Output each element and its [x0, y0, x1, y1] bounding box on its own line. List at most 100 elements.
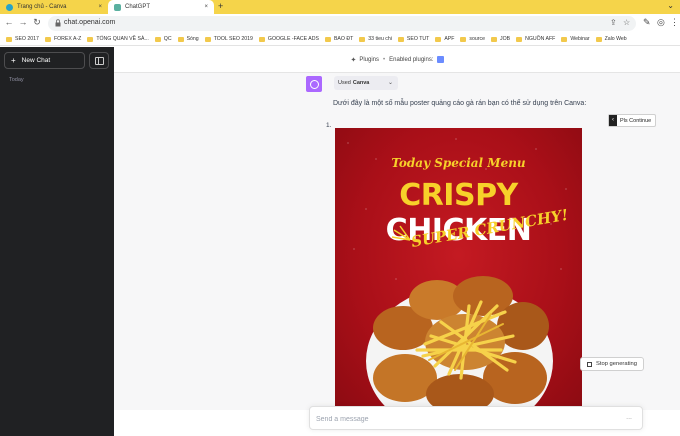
bookmark-item[interactable]: Zalo Web	[595, 36, 627, 42]
bookmark-item[interactable]: SEO 2017	[6, 36, 39, 42]
bookmark-item[interactable]: source	[460, 36, 485, 42]
bookmark-item[interactable]: SEO TUT	[397, 36, 430, 42]
folder-icon	[460, 36, 467, 42]
bookmark-item[interactable]: QC	[154, 36, 172, 42]
bookmark-label: TỔNG QUAN VỀ SÀ...	[96, 36, 149, 42]
new-tab-button[interactable]: +	[218, 1, 223, 11]
bookmark-item[interactable]: APF	[435, 36, 454, 42]
sidebar-toggle-icon	[95, 57, 104, 65]
stop-generating-button[interactable]: Stop generating	[580, 357, 644, 371]
bookmark-item[interactable]: GOOGLE -FACE ADS	[258, 36, 319, 42]
texture-speck	[550, 223, 552, 225]
poster-image[interactable]: Today Special Menu CRISPY CHICKEN SUPER …	[335, 128, 582, 410]
tab-canva[interactable]: Trang chủ - Canva ×	[0, 0, 108, 14]
folder-icon	[177, 36, 184, 42]
extension-chatgpt-icon[interactable]: ◎	[657, 17, 665, 28]
texture-speck	[353, 248, 355, 250]
sidebar: + New Chat Today	[0, 47, 114, 436]
bookmark-item[interactable]: TOOL SEO 2019	[204, 36, 253, 42]
plus-icon: +	[11, 56, 16, 65]
url-input[interactable]: chat.openai.com ⇪ ☆	[48, 16, 636, 31]
folder-icon	[204, 36, 211, 42]
folder-icon	[87, 36, 94, 42]
texture-speck	[560, 268, 562, 270]
folder-icon	[561, 36, 568, 42]
tab-label: ChatGPT	[125, 4, 151, 10]
sidebar-toggle-button[interactable]	[89, 52, 109, 69]
bookmark-label: NGUỒN AFF	[525, 36, 556, 42]
bookmark-item[interactable]: NGUỒN AFF	[516, 36, 555, 42]
bookmark-label: BAO ĐT	[333, 36, 354, 42]
pls-continue-button[interactable]: ‹ Pls Continue	[608, 114, 657, 127]
history-section-today: Today	[9, 77, 24, 83]
bookmark-item[interactable]: Webinar	[561, 36, 590, 42]
close-tab-icon[interactable]: ×	[98, 4, 102, 10]
texture-speck	[535, 148, 537, 150]
texture-speck	[525, 238, 527, 240]
folder-icon	[154, 36, 161, 42]
bookmark-label: Zalo Web	[604, 36, 627, 42]
bookmark-item[interactable]: Sóng	[177, 36, 199, 42]
poster-title-word1: CRISPY	[399, 178, 518, 213]
texture-speck	[347, 142, 349, 144]
bookmark-label: APF	[444, 36, 455, 42]
used-plugin-name: Canva	[352, 80, 370, 86]
texture-speck	[395, 278, 397, 280]
url-text: chat.openai.com	[64, 19, 116, 26]
message-input[interactable]	[316, 413, 616, 425]
texture-speck	[455, 138, 457, 140]
bookmark-label: JOB	[499, 36, 511, 42]
folder-icon	[359, 36, 366, 42]
message-intro-text: Dưới đây là một số mẫu poster quảng cáo …	[333, 100, 587, 107]
new-chat-button[interactable]: + New Chat	[4, 52, 85, 69]
list-number: 1.	[326, 122, 332, 129]
bookmark-item[interactable]: TỔNG QUAN VỀ SÀ...	[87, 36, 149, 42]
message-composer: ...	[309, 406, 643, 430]
share-icon[interactable]: ⇪	[610, 18, 617, 27]
menu-icon[interactable]: ⋮	[670, 17, 679, 28]
texture-speck	[565, 188, 567, 190]
texture-speck	[375, 158, 377, 160]
tab-search-icon[interactable]: ⌄	[667, 1, 674, 10]
folder-icon	[397, 36, 404, 42]
bookmark-item[interactable]: BAO ĐT	[324, 36, 354, 42]
poster-subtitle: Today Special Menu	[391, 156, 526, 170]
folder-icon	[6, 36, 12, 42]
stop-icon	[587, 361, 592, 367]
bookmark-label: source	[469, 36, 485, 42]
plugins-label: Plugins	[359, 56, 380, 63]
folder-icon	[595, 36, 602, 42]
lock-icon	[55, 19, 61, 27]
close-tab-icon[interactable]: ×	[204, 4, 208, 10]
plugin-used-toggle[interactable]: Used Canva ⌄	[334, 76, 398, 90]
bookmark-item[interactable]: FOREX A-Z	[44, 36, 81, 42]
bookmark-label: SEO TUT	[406, 36, 430, 42]
tab-chatgpt[interactable]: ChatGPT ×	[108, 0, 214, 14]
puzzle-icon: ✦	[350, 56, 357, 64]
used-prefix: Used	[338, 80, 351, 86]
bookmark-label: 33 tieu chi	[368, 36, 392, 42]
reload-button[interactable]: ↻	[31, 17, 43, 28]
bookmark-label: SEO 2017	[15, 36, 39, 42]
folder-icon	[44, 36, 51, 42]
folder-icon	[490, 36, 497, 42]
bookmarks-bar: SEO 2017 FOREX A-Z TỔNG QUAN VỀ SÀ... QC Són…	[0, 33, 680, 46]
back-button[interactable]: ←	[3, 17, 15, 27]
bookmark-star-icon[interactable]: ☆	[623, 18, 630, 27]
bookmark-item[interactable]: 33 tieu chi	[359, 36, 392, 42]
forward-button[interactable]: →	[17, 17, 29, 27]
bookmark-item[interactable]: JOB	[490, 36, 511, 42]
new-chat-label: New Chat	[21, 57, 51, 64]
bookmark-label: QC	[163, 36, 172, 42]
pls-continue-label: Pls Continue	[620, 117, 652, 124]
model-header: ✦ Plugins • Enabled plugins:	[114, 47, 680, 73]
folder-icon	[324, 36, 331, 42]
enabled-plugins-label: Enabled plugins:	[389, 56, 434, 63]
texture-speck	[365, 208, 367, 210]
more-dots-icon[interactable]: ...	[626, 414, 632, 421]
bookmark-label: Sóng	[186, 36, 199, 42]
texture-speck	[485, 168, 487, 170]
stop-generating-label: Stop generating	[596, 361, 637, 367]
extension-pen-icon[interactable]: ✎	[643, 17, 651, 28]
folder-icon	[258, 36, 265, 42]
